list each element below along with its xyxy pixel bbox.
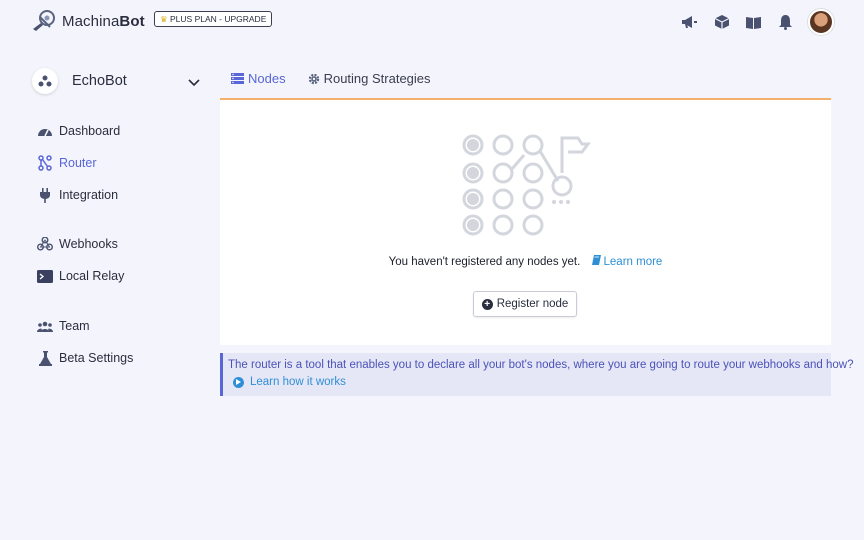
bot-name: EchoBot bbox=[72, 73, 127, 89]
plug-icon bbox=[37, 187, 53, 203]
learn-how-it-works-link[interactable]: Learn how it works bbox=[233, 376, 346, 388]
learn-more-link[interactable]: Learn more bbox=[591, 255, 663, 268]
bot-avatar-icon bbox=[32, 68, 58, 94]
register-node-label: Register node bbox=[496, 298, 569, 310]
router-icon bbox=[37, 155, 53, 171]
nodes-panel: You haven't registered any nodes yet. Le… bbox=[220, 98, 831, 345]
tab-nodes[interactable]: Nodes bbox=[231, 71, 286, 86]
router-tabs: Nodes Routing Strategies bbox=[231, 71, 431, 86]
satellite-icon bbox=[31, 9, 57, 33]
tab-routing-strategies[interactable]: Routing Strategies bbox=[308, 71, 431, 86]
sidebar-item-integration[interactable]: Integration bbox=[37, 184, 118, 206]
learn-how-it-works-label: Learn how it works bbox=[250, 376, 346, 388]
sidebar-item-label: Dashboard bbox=[59, 124, 121, 138]
plus-circle-icon: + bbox=[481, 298, 493, 310]
router-info-box: The router is a tool that enables you to… bbox=[220, 353, 854, 396]
sidebar-item-local-relay[interactable]: Local Relay bbox=[37, 265, 124, 287]
brand-name: MachinaBot bbox=[62, 12, 145, 30]
logo[interactable]: MachinaBot bbox=[31, 9, 145, 33]
top-bar: MachinaBot ♛ PLUS PLAN - UPGRADE bbox=[0, 0, 864, 44]
bot-selector[interactable]: EchoBot bbox=[32, 67, 204, 95]
sidebar-item-label: Local Relay bbox=[59, 269, 125, 283]
avatar[interactable] bbox=[808, 9, 834, 35]
server-icon bbox=[231, 73, 244, 84]
terminal-icon bbox=[37, 268, 53, 284]
box-icon[interactable] bbox=[712, 13, 731, 32]
webhooks-icon bbox=[37, 236, 53, 252]
empty-state-text: You haven't registered any nodes yet. bbox=[388, 256, 581, 268]
tab-label: Routing Strategies bbox=[323, 71, 431, 86]
learn-more-label: Learn more bbox=[603, 256, 663, 268]
gauge-icon bbox=[37, 123, 53, 139]
bell-icon[interactable] bbox=[776, 13, 795, 32]
flask-icon bbox=[37, 350, 53, 366]
play-icon bbox=[233, 376, 244, 388]
tab-label: Nodes bbox=[248, 71, 286, 86]
book-icon bbox=[591, 255, 601, 268]
team-icon bbox=[37, 318, 53, 334]
empty-state-message: You haven't registered any nodes yet. Le… bbox=[220, 255, 831, 268]
crown-icon: ♛ bbox=[160, 14, 168, 24]
sidebar-item-router[interactable]: Router bbox=[37, 152, 97, 174]
sidebar-item-label: Integration bbox=[59, 188, 119, 202]
sidebar-item-label: Webhooks bbox=[59, 237, 118, 251]
plan-upgrade-badge[interactable]: ♛ PLUS PLAN - UPGRADE bbox=[154, 11, 273, 27]
router-info-text: The router is a tool that enables you to… bbox=[228, 359, 854, 371]
sidebar-item-label: Team bbox=[59, 319, 90, 333]
sidebar-item-beta-settings[interactable]: Beta Settings bbox=[37, 347, 133, 369]
sidebar-item-label: Router bbox=[59, 156, 97, 170]
sidebar-item-dashboard[interactable]: Dashboard bbox=[37, 120, 120, 142]
sidebar-item-label: Beta Settings bbox=[59, 351, 134, 365]
register-node-button[interactable]: + Register node bbox=[473, 291, 577, 317]
sidebar-item-team[interactable]: Team bbox=[37, 315, 90, 337]
gear-icon bbox=[308, 73, 320, 85]
sidebar-item-webhooks[interactable]: Webhooks bbox=[37, 233, 118, 255]
chevron-down-icon[interactable] bbox=[188, 74, 200, 92]
megaphone-icon[interactable] bbox=[680, 13, 699, 32]
nodes-illustration bbox=[460, 133, 592, 243]
book-icon[interactable] bbox=[744, 13, 763, 32]
